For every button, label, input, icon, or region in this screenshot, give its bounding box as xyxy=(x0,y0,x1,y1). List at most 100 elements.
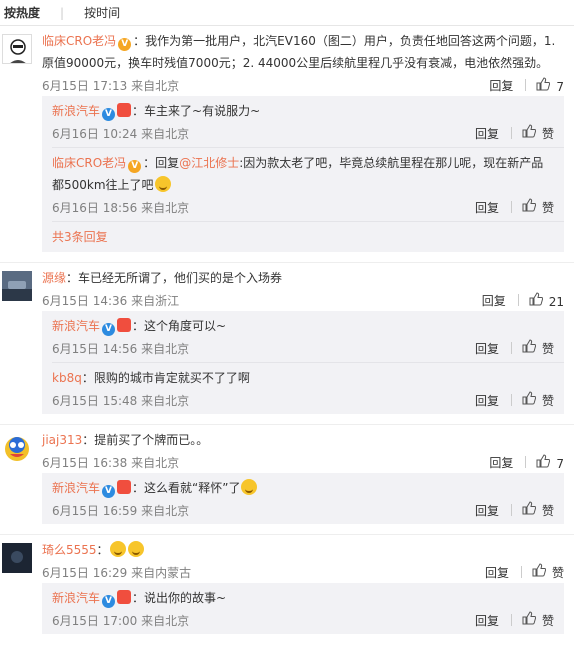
reply-list: 新浪汽车 V ：这个角度可以~ 6月15日 14:56 来自北京 回复 赞 kb8q… xyxy=(42,311,564,414)
like-label: 赞 xyxy=(541,201,554,215)
comment-item: 源缘：车已经无所谓了，他们买的是个入场券 6月15日 14:36 来自浙江 回复… xyxy=(0,263,574,425)
reply-button[interactable]: 回复 xyxy=(475,340,499,357)
divider xyxy=(510,394,512,406)
reply-button[interactable]: 回复 xyxy=(485,564,509,581)
like-count: 7 xyxy=(556,79,564,94)
reply-button[interactable]: 回复 xyxy=(489,77,513,94)
reply-meta: 6月15日 15:48 来自北京 回复 赞 xyxy=(52,389,564,411)
divider xyxy=(510,342,512,354)
like-button[interactable]: 赞 xyxy=(522,611,554,629)
like-count: 21 xyxy=(548,294,564,309)
member-crown-icon xyxy=(117,590,132,604)
reply-button[interactable]: 回复 xyxy=(482,292,506,309)
reply-button[interactable]: 回复 xyxy=(489,454,513,471)
comment-body: ：车已经无所谓了，他们买的是个入场券 xyxy=(66,271,283,285)
comment-meta: 6月15日 17:13 来自北京 回复 7 xyxy=(42,74,574,96)
like-button[interactable]: 7 xyxy=(536,453,564,471)
comment-time: 6月15日 16:38 来自北京 xyxy=(42,455,180,470)
comment-meta: 6月15日 14:36 来自浙江 回复 21 xyxy=(42,289,574,311)
verified-v-icon: V xyxy=(102,595,116,608)
thumbs-up-icon xyxy=(522,124,536,138)
avatar[interactable] xyxy=(2,543,32,573)
divider xyxy=(510,504,512,516)
like-button[interactable]: 7 xyxy=(536,76,564,94)
divider xyxy=(525,79,527,91)
comment-body: ：提前买了个牌而已。。 xyxy=(82,433,209,447)
comment-username[interactable]: 临床CRO老冯 xyxy=(42,34,116,48)
avatar[interactable] xyxy=(2,271,32,301)
reply-text: 新浪汽车 V ：说出你的故事~ xyxy=(52,587,564,609)
verified-v-icon: V xyxy=(102,485,116,498)
reply-list: 新浪汽车 V ：这么看就“释怀”了 6月15日 16:59 来自北京 回复 赞 xyxy=(42,473,564,524)
like-button[interactable]: 21 xyxy=(529,291,564,309)
reply-body: ：说出你的故事~ xyxy=(132,591,227,605)
divider xyxy=(510,614,512,626)
tab-by-hotness[interactable]: 按热度 xyxy=(4,4,40,21)
reply-prefix: ：回复 xyxy=(143,156,180,170)
reply-meta: 6月16日 18:56 来自北京 回复 赞 xyxy=(52,196,564,218)
comment-time: 6月15日 16:29 来自内蒙古 xyxy=(42,565,192,580)
comment-username[interactable]: 源缘 xyxy=(42,271,66,285)
like-button[interactable]: 赞 xyxy=(522,391,554,409)
reply-text: kb8q：限购的城市肯定就买不了了啊 xyxy=(52,367,564,389)
reply-time: 6月16日 18:56 来自北京 xyxy=(52,200,190,215)
comment-username[interactable]: jiaj313 xyxy=(42,433,82,447)
reply-username[interactable]: 新浪汽车 xyxy=(52,591,100,605)
divider xyxy=(517,294,519,306)
reply-actions: 回复 赞 xyxy=(475,499,554,521)
comment-time: 6月15日 17:13 来自北京 xyxy=(42,78,180,93)
reply-button[interactable]: 回复 xyxy=(475,612,499,629)
reply-button[interactable]: 回复 xyxy=(475,392,499,409)
reply-time: 6月15日 16:59 来自北京 xyxy=(52,503,190,518)
reply-text: 新浪汽车 V ：这么看就“释怀”了 xyxy=(52,477,564,499)
reply-list: 新浪汽车 V ：说出你的故事~ 6月15日 17:00 来自北京 回复 赞 xyxy=(42,583,564,634)
avatar[interactable] xyxy=(2,34,32,64)
verified-v-icon: V xyxy=(102,323,116,336)
avatar[interactable] xyxy=(2,433,32,463)
comment-text: 琦么5555： xyxy=(42,539,574,561)
member-crown-icon xyxy=(117,318,132,332)
like-button[interactable]: 赞 xyxy=(522,339,554,357)
divider xyxy=(510,201,512,213)
reply-actions: 回复 赞 xyxy=(475,337,554,359)
mention-link[interactable]: @江北修士 xyxy=(179,156,239,170)
divider xyxy=(525,456,527,468)
grin-emoji-icon xyxy=(154,176,171,192)
verified-v-icon: V xyxy=(118,38,132,51)
reply-button[interactable]: 回复 xyxy=(475,199,499,216)
reply-meta: 6月15日 14:56 来自北京 回复 赞 xyxy=(52,337,564,359)
like-button[interactable]: 赞 xyxy=(532,563,564,581)
reply-button[interactable]: 回复 xyxy=(475,125,499,142)
tab-by-time[interactable]: 按时间 xyxy=(84,4,120,21)
reply-username[interactable]: 新浪汽车 xyxy=(52,481,100,495)
comment-actions: 回复 21 xyxy=(482,289,564,311)
reply-username[interactable]: 新浪汽车 xyxy=(52,104,100,118)
reply-actions: 回复 赞 xyxy=(475,122,554,144)
reply-list: 新浪汽车 V ：车主来了~有说服力~ 6月16日 10:24 来自北京 回复 赞 临… xyxy=(42,96,564,252)
divider xyxy=(520,566,522,578)
more-replies-link[interactable]: 共3条回复 xyxy=(52,222,564,252)
reply-body: ：这么看就“释怀”了 xyxy=(132,481,241,495)
like-label: 赞 xyxy=(551,566,564,580)
thumbs-up-icon xyxy=(522,391,536,405)
comment-username[interactable]: 琦么5555 xyxy=(42,543,97,557)
reply-username[interactable]: 新浪汽车 xyxy=(52,319,100,333)
tab-separator: | xyxy=(60,5,65,20)
like-button[interactable]: 赞 xyxy=(522,124,554,142)
reply-button[interactable]: 回复 xyxy=(475,502,499,519)
comment-item: 临床CRO老冯 V ：我作为第一批用户，北汽EV160（图二）用户，负责任地回答这两… xyxy=(0,26,574,263)
comment-item: 琦么5555： 6月15日 16:29 来自内蒙古 回复 赞 新浪汽车 V ：说出你… xyxy=(0,535,574,634)
verified-v-icon: V xyxy=(128,160,142,173)
reply-body: ：限购的城市肯定就买不了了啊 xyxy=(81,371,250,385)
reply-username[interactable]: kb8q xyxy=(52,371,82,385)
reply-time: 6月15日 17:00 来自北京 xyxy=(52,613,190,628)
reply-time: 6月15日 14:56 来自北京 xyxy=(52,341,190,356)
comment-text: 临床CRO老冯 V ：我作为第一批用户，北汽EV160（图二）用户，负责任地回答这两… xyxy=(42,30,574,74)
thumbs-up-icon xyxy=(522,501,536,515)
like-button[interactable]: 赞 xyxy=(522,501,554,519)
comment-actions: 回复 7 xyxy=(489,451,564,473)
like-button[interactable]: 赞 xyxy=(522,198,554,216)
thumbs-up-icon xyxy=(522,198,536,212)
reply-username[interactable]: 临床CRO老冯 xyxy=(52,156,126,170)
reply-text: 新浪汽车 V ：车主来了~有说服力~ xyxy=(52,100,564,122)
